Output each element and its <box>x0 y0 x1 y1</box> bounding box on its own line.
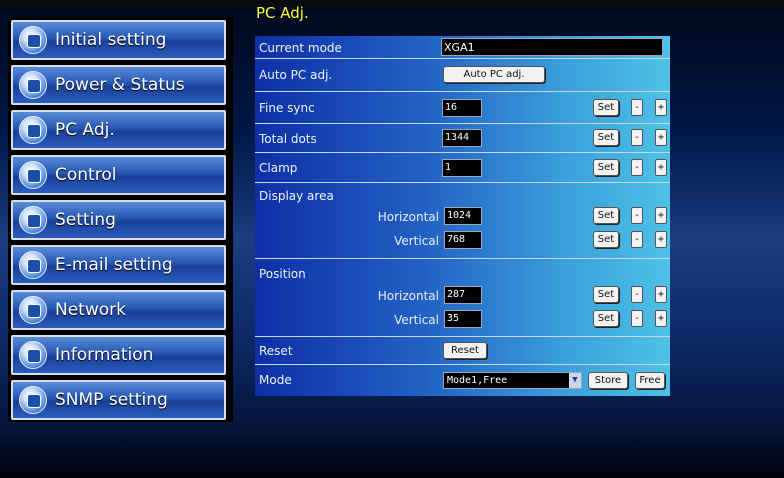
nav-label: Control <box>55 165 117 185</box>
projector-web-ui: Initial setting Power & Status PC Adj. C… <box>0 0 784 478</box>
email-icon <box>19 251 47 279</box>
position-label: Position <box>259 267 306 281</box>
nav-control[interactable]: Control <box>11 155 226 195</box>
pc-adj-icon <box>19 116 47 144</box>
initial-setting-icon <box>19 26 47 54</box>
setting-icon <box>19 206 47 234</box>
page-title: PC Adj. <box>256 4 309 22</box>
nav-label: Network <box>55 300 126 320</box>
power-status-icon <box>19 71 47 99</box>
snmp-icon <box>19 386 47 414</box>
position-horizontal-set-button[interactable]: Set <box>593 286 619 303</box>
row-mode: Mode Mode1,Free ▼ Store Free <box>255 365 670 396</box>
fine-sync-minus-button[interactable]: - <box>631 99 643 116</box>
nav-setting[interactable]: Setting <box>11 200 226 240</box>
nav-label: Setting <box>55 210 116 230</box>
nav-label: Initial setting <box>55 30 167 50</box>
nav-network[interactable]: Network <box>11 290 226 330</box>
position-vertical-label: Vertical <box>394 313 439 327</box>
position-horizontal-minus-button[interactable]: - <box>631 286 643 303</box>
fine-sync-label: Fine sync <box>259 101 315 115</box>
display-area-vertical-label: Vertical <box>394 234 439 248</box>
total-dots-label: Total dots <box>259 132 317 146</box>
display-area-horizontal-value[interactable]: 1024 <box>444 207 482 225</box>
display-area-vertical-set-button[interactable]: Set <box>593 231 619 248</box>
total-dots-minus-button[interactable]: - <box>631 129 643 146</box>
position-horizontal-plus-button[interactable]: + <box>655 286 667 303</box>
sidebar-nav: Initial setting Power & Status PC Adj. C… <box>8 17 233 422</box>
reset-button[interactable]: Reset <box>443 342 487 359</box>
display-area-vertical-plus-button[interactable]: + <box>655 231 667 248</box>
total-dots-set-button[interactable]: Set <box>593 129 619 146</box>
nav-label: Power & Status <box>55 75 185 95</box>
mode-select[interactable]: Mode1,Free ▼ <box>443 372 582 389</box>
position-vertical-value[interactable]: 35 <box>444 310 482 328</box>
position-vertical-plus-button[interactable]: + <box>655 310 667 327</box>
nav-label: E-mail setting <box>55 255 173 275</box>
row-position: Position Horizontal 287 Set - + Vertical… <box>255 259 670 337</box>
nav-pc-adj[interactable]: PC Adj. <box>11 110 226 150</box>
information-icon <box>19 341 47 369</box>
pc-adj-panel: Current mode XGA1 Auto PC adj. Auto PC a… <box>255 36 670 396</box>
row-auto-pc-adj: Auto PC adj. Auto PC adj. <box>255 59 670 92</box>
display-area-horizontal-set-button[interactable]: Set <box>593 207 619 224</box>
clamp-minus-button[interactable]: - <box>631 159 643 176</box>
network-icon <box>19 296 47 324</box>
position-horizontal-value[interactable]: 287 <box>444 286 482 304</box>
reset-label: Reset <box>259 344 293 358</box>
fine-sync-plus-button[interactable]: + <box>655 99 667 116</box>
position-vertical-set-button[interactable]: Set <box>593 310 619 327</box>
position-horizontal-label: Horizontal <box>377 289 439 303</box>
nav-email-setting[interactable]: E-mail setting <box>11 245 226 285</box>
current-mode-label: Current mode <box>259 41 342 55</box>
nav-label: Information <box>55 345 154 365</box>
position-vertical-minus-button[interactable]: - <box>631 310 643 327</box>
row-clamp: Clamp 1 Set - + <box>255 153 670 183</box>
store-button[interactable]: Store <box>588 372 628 389</box>
control-icon <box>19 161 47 189</box>
mode-select-value: Mode1,Free <box>447 375 508 386</box>
nav-snmp-setting[interactable]: SNMP setting <box>11 380 226 420</box>
row-total-dots: Total dots 1344 Set - + <box>255 124 670 153</box>
display-area-horizontal-minus-button[interactable]: - <box>631 207 643 224</box>
total-dots-value[interactable]: 1344 <box>442 129 482 147</box>
nav-information[interactable]: Information <box>11 335 226 375</box>
mode-label: Mode <box>259 373 292 387</box>
free-button[interactable]: Free <box>635 372 665 389</box>
fine-sync-set-button[interactable]: Set <box>593 99 619 116</box>
row-reset: Reset Reset <box>255 337 670 365</box>
nav-label: SNMP setting <box>55 390 168 410</box>
row-fine-sync: Fine sync 16 Set - + <box>255 92 670 124</box>
display-area-vertical-minus-button[interactable]: - <box>631 231 643 248</box>
display-area-horizontal-label: Horizontal <box>377 210 439 224</box>
clamp-plus-button[interactable]: + <box>655 159 667 176</box>
fine-sync-value[interactable]: 16 <box>442 99 482 117</box>
current-mode-value: XGA1 <box>441 38 663 56</box>
total-dots-plus-button[interactable]: + <box>655 129 667 146</box>
clamp-label: Clamp <box>259 161 298 175</box>
display-area-vertical-value[interactable]: 768 <box>444 231 482 249</box>
auto-pc-adj-button[interactable]: Auto PC adj. <box>443 66 545 83</box>
chevron-down-icon: ▼ <box>569 373 581 388</box>
auto-pc-adj-label: Auto PC adj. <box>259 68 333 82</box>
nav-initial-setting[interactable]: Initial setting <box>11 20 226 60</box>
row-display-area: Display area Horizontal 1024 Set - + Ver… <box>255 183 670 259</box>
clamp-set-button[interactable]: Set <box>593 159 619 176</box>
display-area-horizontal-plus-button[interactable]: + <box>655 207 667 224</box>
nav-power-status[interactable]: Power & Status <box>11 65 226 105</box>
clamp-value[interactable]: 1 <box>442 159 482 177</box>
row-current-mode: Current mode XGA1 <box>255 36 670 59</box>
nav-label: PC Adj. <box>55 120 115 140</box>
display-area-label: Display area <box>259 189 334 203</box>
